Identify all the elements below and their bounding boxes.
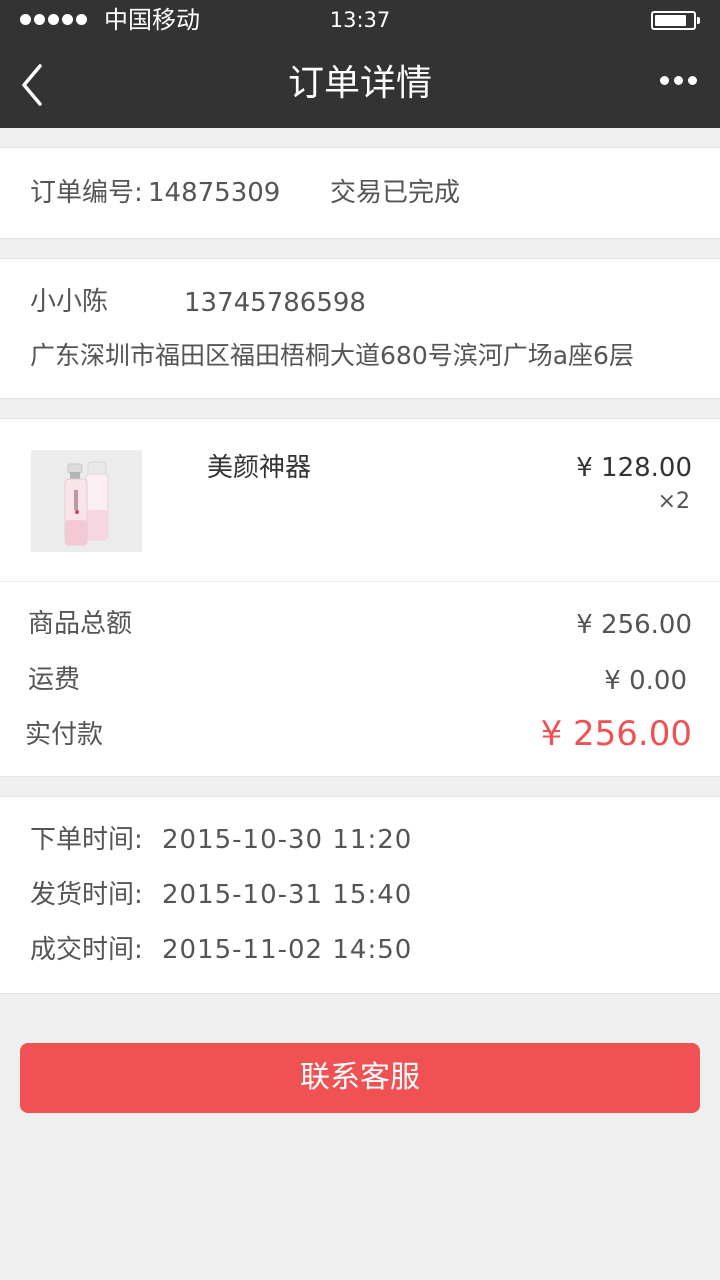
recipient-name: 小小陈 xyxy=(30,287,109,317)
deal-time: 2015-11-02 14:50 xyxy=(162,935,413,965)
shipping-label: 运费 xyxy=(28,665,81,695)
order-status: 交易已完成 xyxy=(330,178,461,208)
contact-service-button[interactable]: 联系客服 xyxy=(20,1043,700,1113)
order-time: 2015-10-30 11:20 xyxy=(162,825,413,855)
paid-value: ¥ 256.00 xyxy=(540,714,692,754)
product-name[interactable]: 美颜神器 xyxy=(207,449,311,487)
shipping-value: ¥ 0.00 xyxy=(604,666,687,696)
product-quantity: ×2 xyxy=(657,489,690,514)
ship-time-label: 发货时间: xyxy=(30,880,143,910)
more-button[interactable] xyxy=(660,76,697,85)
deal-time-label: 成交时间: xyxy=(30,935,143,965)
order-number: 14875309 xyxy=(148,178,281,208)
more-dots-icon xyxy=(660,76,669,85)
battery-icon xyxy=(651,11,700,30)
recipient-card: 小小陈 13745786598 广东深圳市福田区福田梧桐大道680号滨河广场a座… xyxy=(0,258,720,399)
order-info-card: 订单编号: 14875309 交易已完成 xyxy=(0,147,720,239)
order-number-label: 订单编号: xyxy=(30,178,143,208)
divider xyxy=(0,581,720,582)
subtotal-label: 商品总额 xyxy=(28,609,133,639)
paid-label: 实付款 xyxy=(25,720,104,750)
subtotal-value: ¥ 256.00 xyxy=(576,610,692,640)
page-title: 订单详情 xyxy=(287,63,432,104)
status-time: 13:37 xyxy=(329,8,391,32)
top-bar: 中国移动 13:37 订单详情 xyxy=(0,0,720,128)
product-image[interactable] xyxy=(31,450,142,552)
product-price: ¥ 128.00 xyxy=(576,453,692,483)
battery-level xyxy=(655,15,686,26)
ship-time: 2015-10-31 15:40 xyxy=(162,880,413,910)
status-bar: 中国移动 13:37 xyxy=(0,0,720,40)
order-time-label: 下单时间: xyxy=(30,825,143,855)
time-info-card: 下单时间: 2015-10-30 11:20 发货时间: 2015-10-31 … xyxy=(0,796,720,994)
recipient-address: 广东深圳市福田区福田梧桐大道680号滨河广场a座6层 xyxy=(30,341,634,370)
recipient-phone: 13745786598 xyxy=(184,288,366,318)
goods-card: 美颜神器 ¥ 128.00 ×2 商品总额 ¥ 256.00 运费 ¥ 0.00… xyxy=(0,418,720,777)
nav-bar: 订单详情 xyxy=(0,40,720,128)
product-bottles-image xyxy=(31,450,142,552)
